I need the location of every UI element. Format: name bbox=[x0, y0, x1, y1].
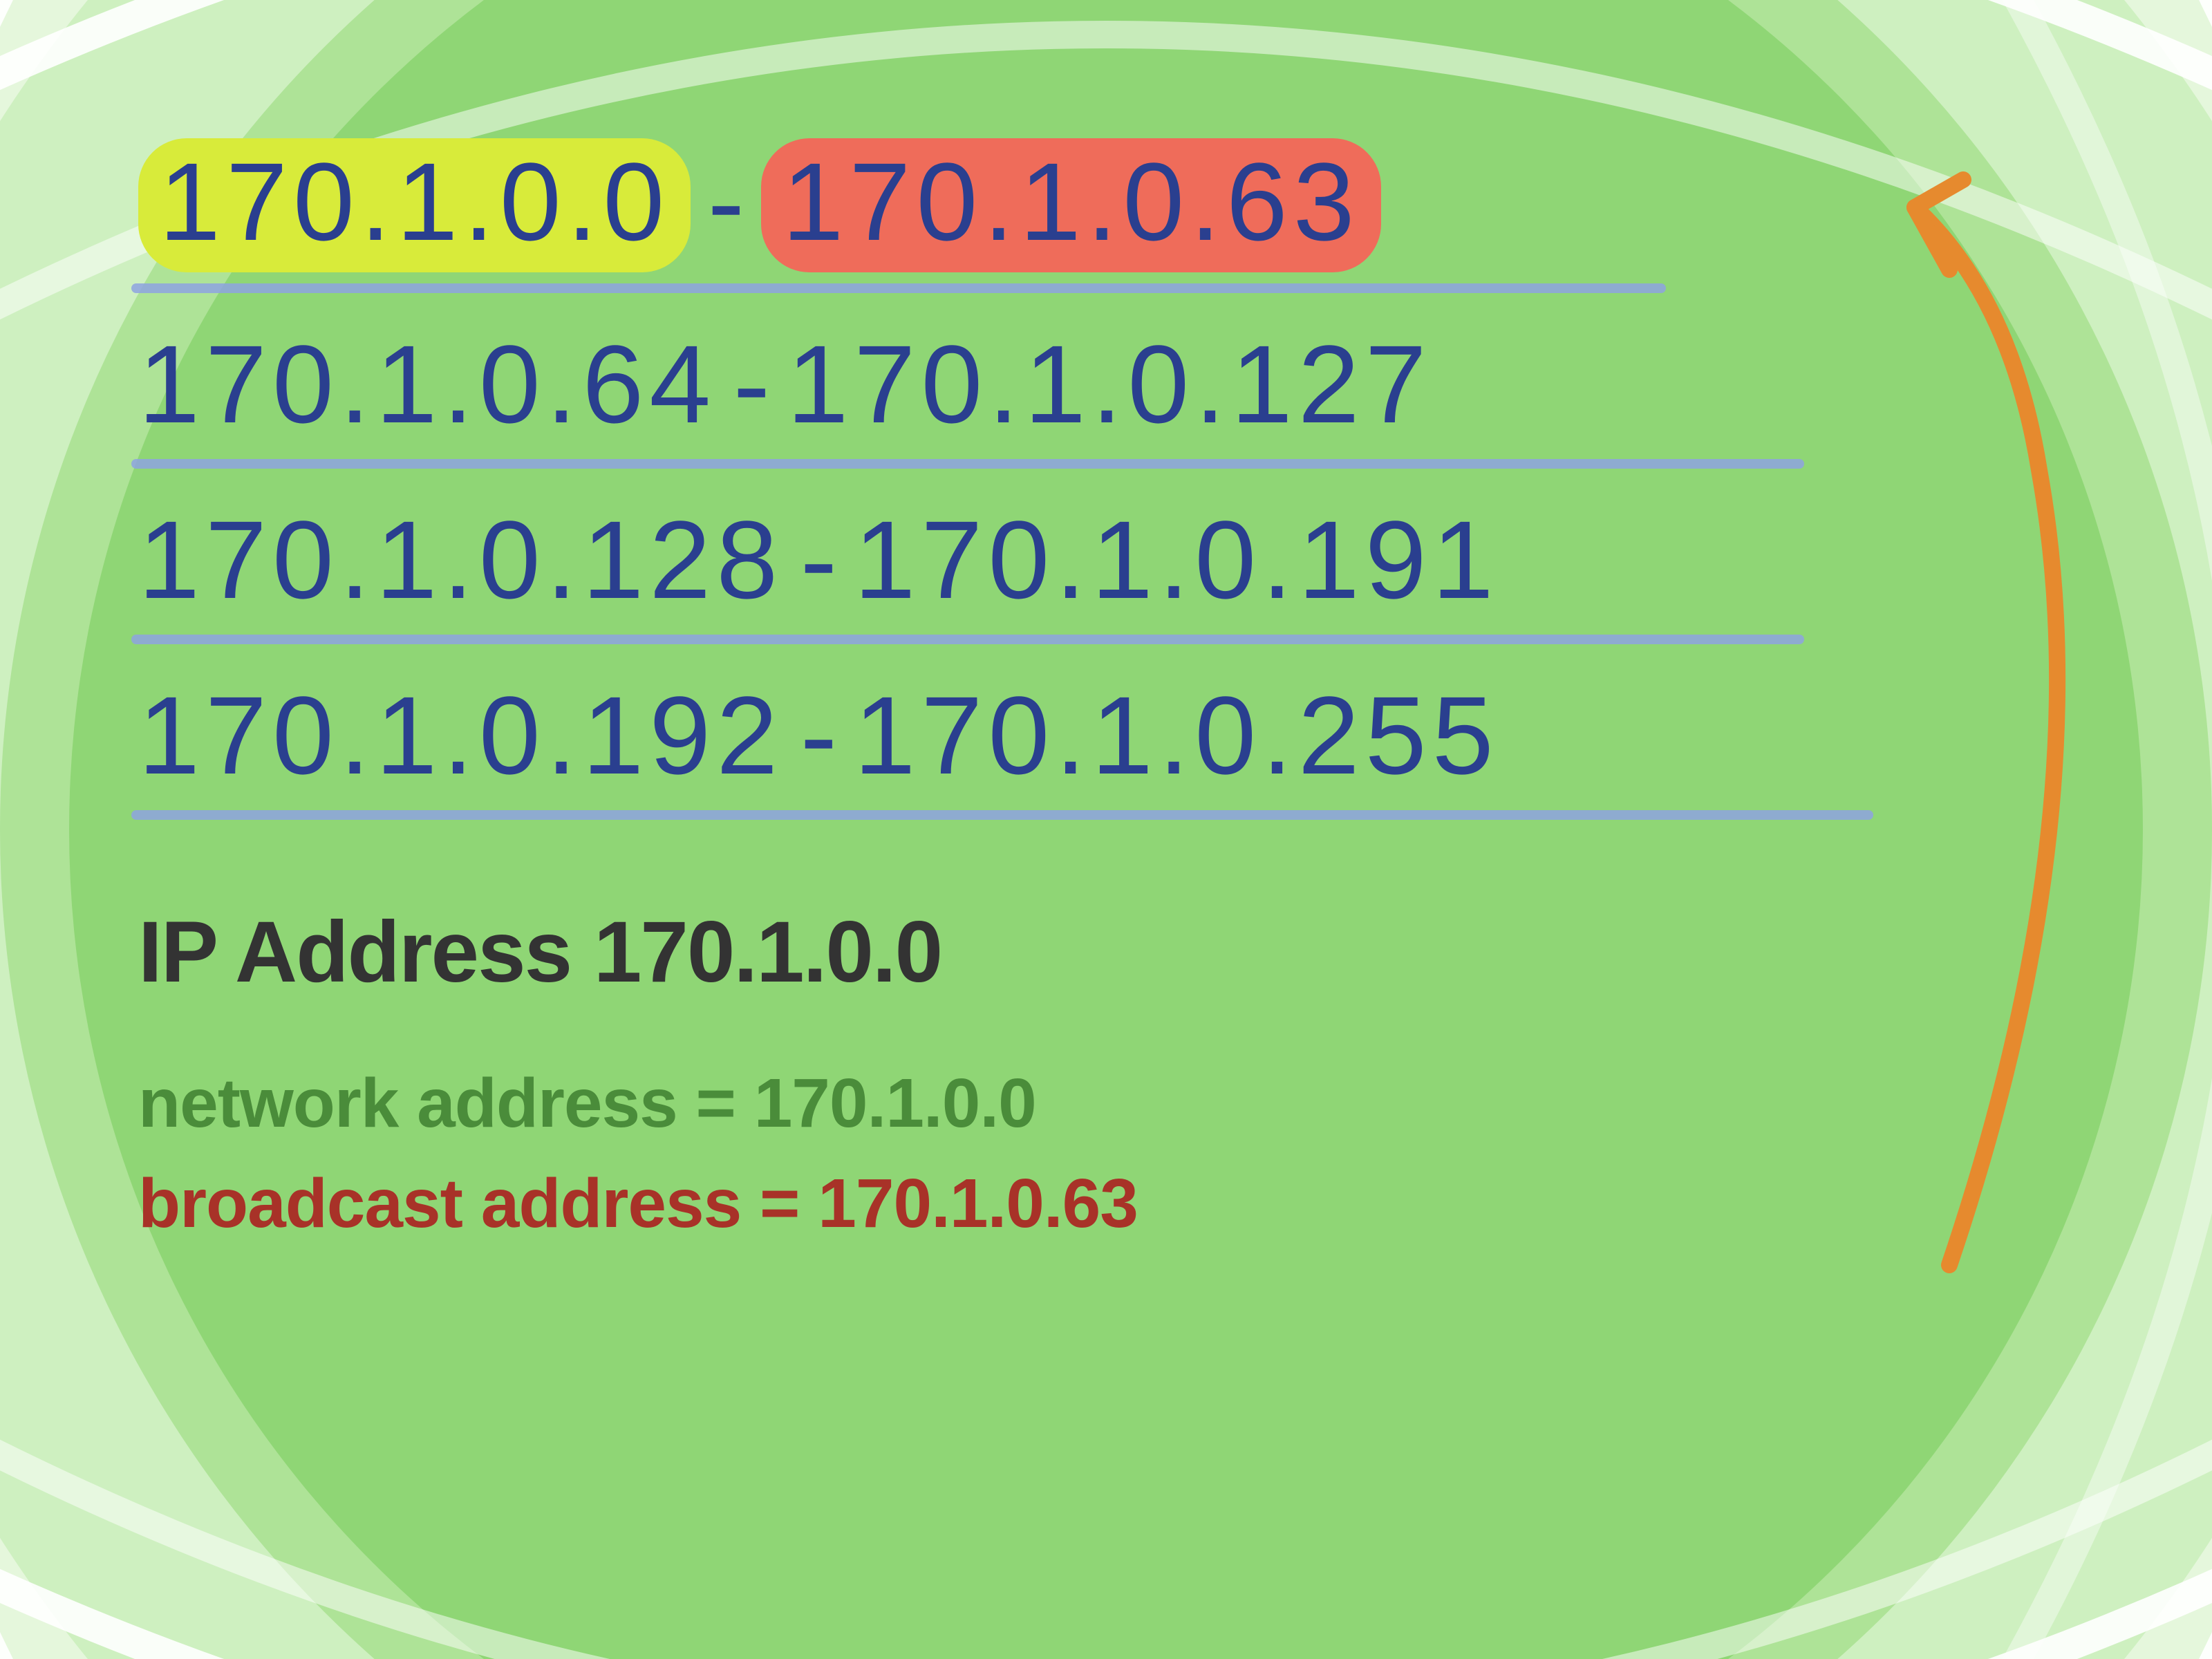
dash-separator: - bbox=[694, 140, 758, 263]
network-address-label: network address = 170.1.0.0 bbox=[138, 1064, 2074, 1143]
diagram-content: 170.1.0.0 - 170.1.0.63 170.1.0.64 - 170.… bbox=[0, 0, 2212, 1244]
underline bbox=[131, 283, 1666, 293]
range-end: 170.1.0.127 bbox=[787, 322, 1432, 446]
underline bbox=[131, 635, 1804, 644]
underline bbox=[131, 810, 1873, 820]
range-start: 170.1.0.64 bbox=[138, 322, 716, 446]
underline bbox=[131, 459, 1804, 469]
range-end: 170.1.0.255 bbox=[854, 673, 1499, 797]
broadcast-highlight: 170.1.0.63 bbox=[761, 138, 1380, 272]
dash-separator: - bbox=[787, 498, 851, 621]
dash-separator: - bbox=[787, 673, 851, 797]
network-highlight: 170.1.0.0 bbox=[138, 138, 691, 272]
range-line-2: 170.1.0.64 - 170.1.0.127 bbox=[138, 321, 1797, 469]
range-end: 170.1.0.191 bbox=[854, 498, 1499, 621]
range-line-3: 170.1.0.128 - 170.1.0.191 bbox=[138, 496, 1797, 644]
broadcast-address-label: broadcast address = 170.1.0.63 bbox=[138, 1164, 2074, 1244]
range-start: 170.1.0.192 bbox=[138, 673, 783, 797]
range-line-4: 170.1.0.192 - 170.1.0.255 bbox=[138, 672, 1866, 820]
range-line-1: 170.1.0.0 - 170.1.0.63 bbox=[138, 138, 1659, 293]
range-start: 170.1.0.128 bbox=[138, 498, 783, 621]
ip-address-title: IP Address 170.1.0.0 bbox=[138, 903, 2074, 1002]
dash-separator: - bbox=[720, 322, 784, 446]
